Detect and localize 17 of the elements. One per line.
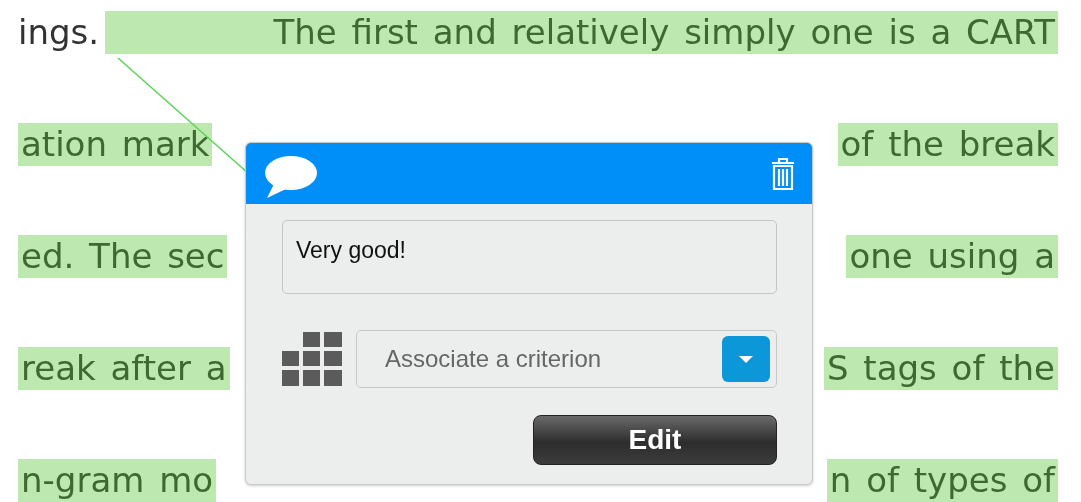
highlighted-text: S tags of the [823,347,1058,390]
grid-icon [282,332,342,386]
highlighted-text: reak after a [18,347,230,390]
highlighted-text: n-gram mo [18,459,217,502]
highlighted-text: ed. The sec [18,235,228,278]
dropdown-placeholder: Associate a criterion [385,345,602,373]
highlighted-text: of the break [837,123,1058,166]
highlighted-text: ation mark [18,123,213,166]
trash-icon[interactable] [770,156,796,191]
highlighted-text: The first and relatively simply one is a CART [105,11,1058,54]
document-text: ings. [18,11,100,54]
criterion-dropdown[interactable]: Associate a criterion [356,330,777,388]
comment-field[interactable]: Very good! [282,220,777,294]
highlighted-text: one using a [846,235,1058,278]
speech-bubble-icon [262,154,318,199]
edit-button[interactable]: Edit [533,415,777,465]
highlighted-text: n of types of [826,459,1058,502]
